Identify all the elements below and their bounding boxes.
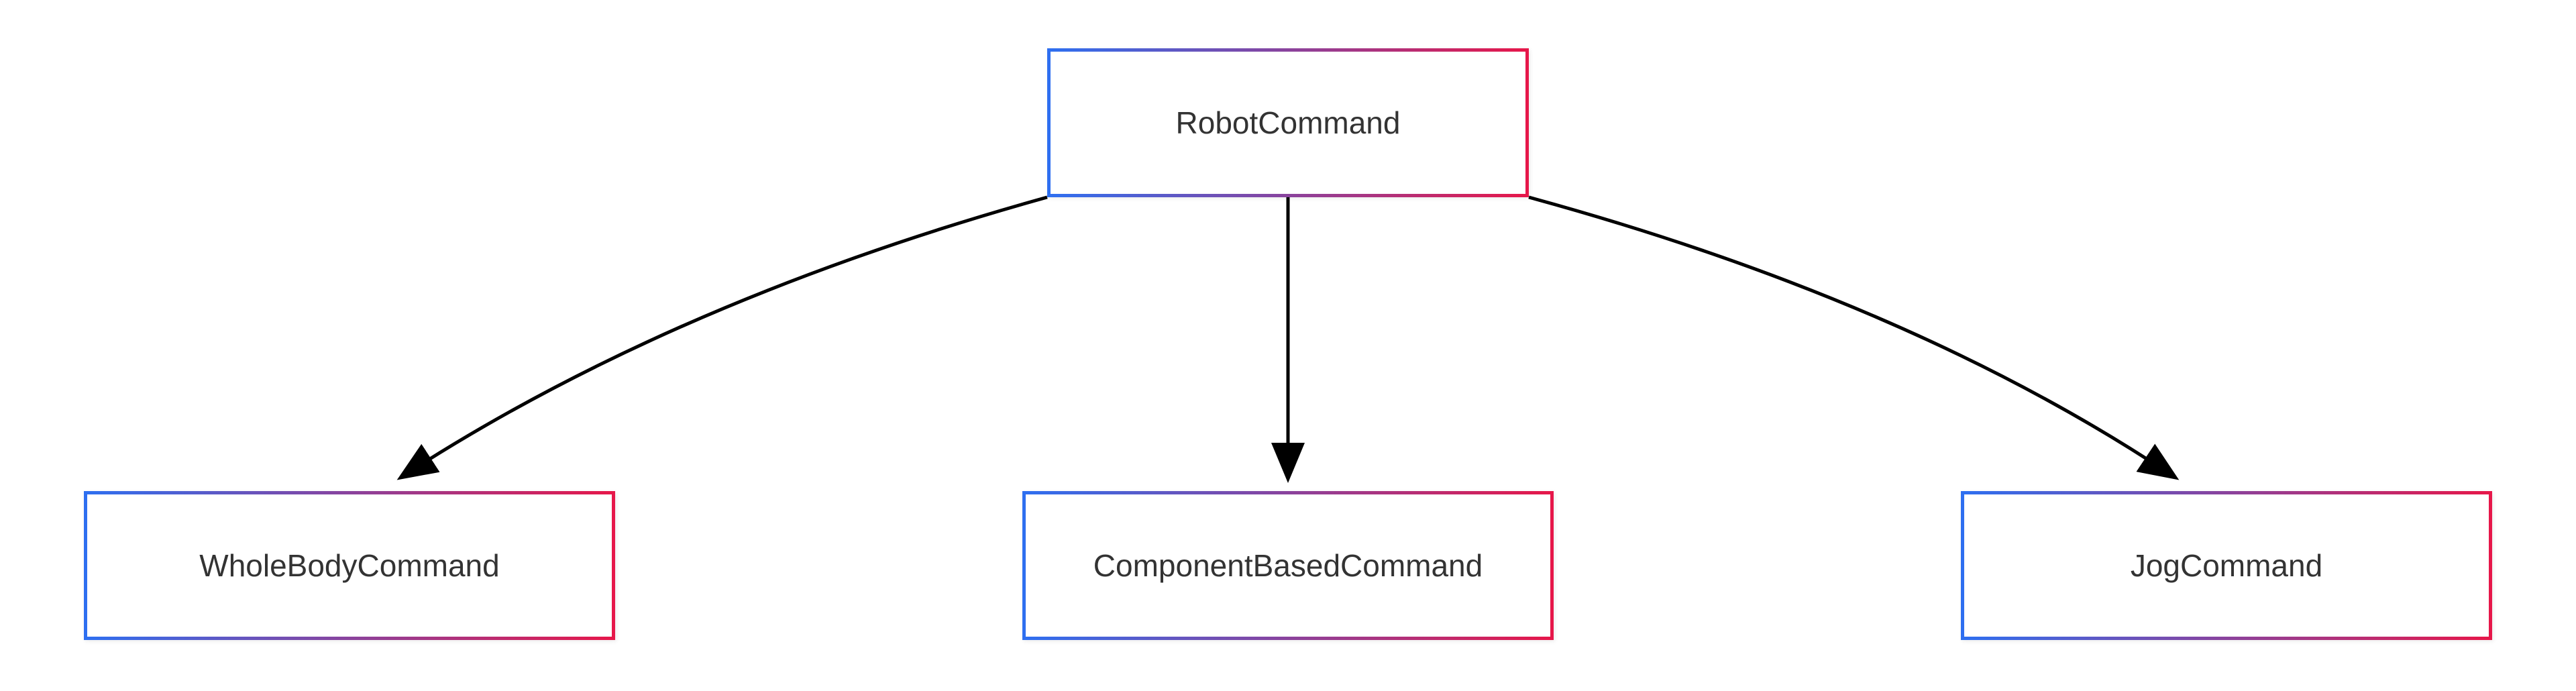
node-label: JogCommand — [2131, 547, 2322, 584]
node-label: ComponentBasedCommand — [1093, 547, 1483, 584]
node-jog-command: JogCommand — [1961, 491, 2492, 640]
edge-root-to-jog — [1529, 197, 2174, 476]
node-component-based-command: ComponentBasedCommand — [1022, 491, 1554, 640]
node-label: WholeBodyCommand — [199, 547, 499, 584]
edge-root-to-wholebody — [402, 197, 1047, 476]
node-label: RobotCommand — [1176, 105, 1401, 141]
node-robot-command: RobotCommand — [1047, 48, 1529, 197]
node-whole-body-command: WholeBodyCommand — [84, 491, 615, 640]
